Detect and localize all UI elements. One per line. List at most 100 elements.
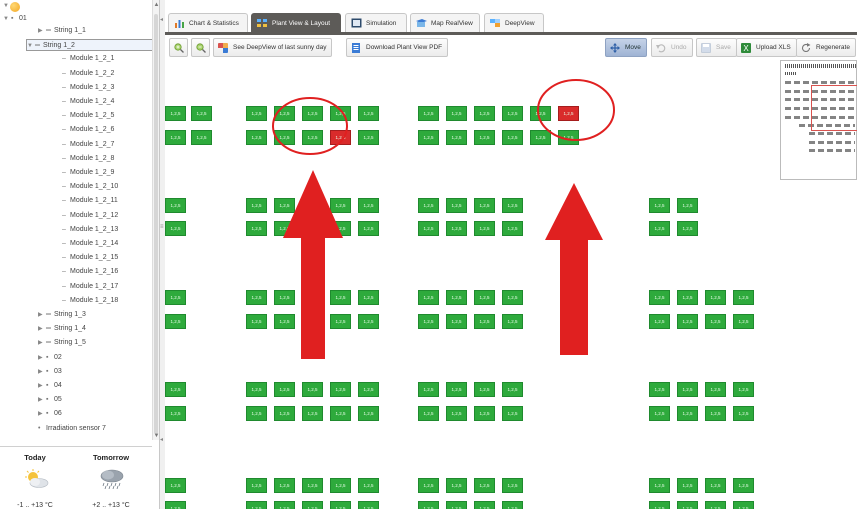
zoom-in-button[interactable]: [169, 38, 188, 57]
zoom-out-button[interactable]: [191, 38, 210, 57]
module-ok[interactable]: 1,2,5: [165, 130, 186, 145]
module-ok[interactable]: 1,2,5: [165, 382, 186, 397]
plant-layout-canvas[interactable]: 1,2,5 1,2,5 1,2,5 1,2,5 1,2,5 1,2,5 1,2,5 1,2,5…: [165, 60, 857, 509]
module-ok[interactable]: 1,2,5: [165, 501, 186, 509]
module-ok[interactable]: 1,2,5: [502, 478, 523, 493]
module-ok[interactable]: 1,2,5: [418, 198, 439, 213]
tree-node-module[interactable]: – Module 1_2_14: [62, 238, 118, 250]
regenerate-button[interactable]: Regenerate: [796, 38, 856, 57]
module-ok[interactable]: 1,2,5: [677, 501, 698, 509]
chevron-right-icon[interactable]: ▶: [38, 337, 46, 349]
minimap-viewport[interactable]: [811, 85, 857, 131]
module-ok[interactable]: 1,2,5: [502, 290, 523, 305]
module-ok[interactable]: 1,2,5: [246, 501, 267, 509]
upload-xls-button[interactable]: X Upload XLS: [736, 38, 797, 57]
tree-node-sensor[interactable]: • Irradiation sensor 7: [38, 423, 106, 435]
module-ok[interactable]: 1,2,5: [474, 478, 495, 493]
chevron-right-icon[interactable]: ▶: [38, 309, 46, 321]
module-ok[interactable]: 1,2,5: [358, 501, 379, 509]
module-fault[interactable]: 1,2,5: [330, 130, 351, 145]
module-ok[interactable]: 1,2,5: [246, 221, 267, 236]
tree-node-module[interactable]: – Module 1_2_16: [62, 266, 118, 278]
tree-node-module[interactable]: – Module 1_2_18: [62, 295, 118, 307]
module-ok[interactable]: 1,2,5: [733, 478, 754, 493]
module-ok[interactable]: 1,2,5: [446, 406, 467, 421]
module-ok[interactable]: 1,2,5: [302, 198, 323, 213]
module-ok[interactable]: 1,2,5: [733, 314, 754, 329]
module-ok[interactable]: 1,2,5: [330, 382, 351, 397]
tree-node-module[interactable]: – Module 1_2_3: [62, 82, 114, 94]
module-ok[interactable]: 1,2,5: [302, 478, 323, 493]
module-ok[interactable]: 1,2,5: [165, 478, 186, 493]
module-ok[interactable]: 1,2,5: [418, 130, 439, 145]
module-ok[interactable]: 1,2,5: [649, 501, 670, 509]
module-ok[interactable]: 1,2,5: [530, 106, 551, 121]
tab-map-realview[interactable]: Map RealView: [410, 13, 480, 32]
scroll-down-icon[interactable]: ▼: [153, 433, 160, 439]
module-ok[interactable]: 1,2,5: [705, 290, 726, 305]
tree-node-module[interactable]: – Module 1_2_17: [62, 281, 118, 293]
module-ok[interactable]: 1,2,5: [705, 501, 726, 509]
tree-node-01[interactable]: ▼ ▪ 01: [3, 13, 27, 25]
tree-node-module[interactable]: – Module 1_2_4: [62, 96, 114, 108]
module-ok[interactable]: 1,2,5: [474, 501, 495, 509]
module-ok[interactable]: 1,2,5: [358, 290, 379, 305]
module-ok[interactable]: 1,2,5: [649, 406, 670, 421]
module-ok[interactable]: 1,2,5: [474, 106, 495, 121]
module-ok[interactable]: 1,2,5: [358, 382, 379, 397]
module-ok[interactable]: 1,2,5: [246, 290, 267, 305]
tree-node-group[interactable]: ▶ ▪ 04: [38, 380, 62, 392]
module-ok[interactable]: 1,2,5: [165, 198, 186, 213]
undo-button[interactable]: Undo: [651, 38, 693, 57]
module-ok[interactable]: 1,2,5: [446, 106, 467, 121]
module-ok[interactable]: 1,2,5: [705, 382, 726, 397]
module-ok[interactable]: 1,2,5: [418, 221, 439, 236]
module-ok[interactable]: 1,2,5: [446, 478, 467, 493]
module-ok[interactable]: 1,2,5: [558, 130, 579, 145]
module-ok[interactable]: 1,2,5: [474, 314, 495, 329]
module-ok[interactable]: 1,2,5: [649, 382, 670, 397]
module-ok[interactable]: 1,2,5: [677, 314, 698, 329]
module-ok[interactable]: 1,2,5: [302, 501, 323, 509]
module-ok[interactable]: 1,2,5: [330, 501, 351, 509]
tree-node-module[interactable]: – Module 1_2_13: [62, 224, 118, 236]
tree-node-module[interactable]: – Module 1_2_15: [62, 252, 118, 264]
module-ok[interactable]: 1,2,5: [502, 130, 523, 145]
chevron-right-icon[interactable]: ▶: [38, 408, 46, 420]
module-ok[interactable]: 1,2,5: [274, 290, 295, 305]
tree-node-module[interactable]: – Module 1_2_5: [62, 110, 114, 122]
module-ok[interactable]: 1,2,5: [191, 130, 212, 145]
module-ok[interactable]: 1,2,5: [302, 130, 323, 145]
module-ok[interactable]: 1,2,5: [733, 290, 754, 305]
module-ok[interactable]: 1,2,5: [274, 198, 295, 213]
module-ok[interactable]: 1,2,5: [165, 290, 186, 305]
tree-node-module[interactable]: – Module 1_2_11: [62, 195, 118, 207]
module-ok[interactable]: 1,2,5: [446, 290, 467, 305]
module-ok[interactable]: 1,2,5: [358, 406, 379, 421]
tree-node-string[interactable]: ▶ ═ String 1_1: [38, 25, 86, 37]
module-ok[interactable]: 1,2,5: [733, 382, 754, 397]
module-ok[interactable]: 1,2,5: [677, 406, 698, 421]
module-ok[interactable]: 1,2,5: [677, 221, 698, 236]
splitter-handle-icon[interactable]: ≡: [160, 224, 164, 230]
module-ok[interactable]: 1,2,5: [274, 314, 295, 329]
module-ok[interactable]: 1,2,5: [358, 198, 379, 213]
chevron-right-icon[interactable]: ▶: [38, 380, 46, 392]
save-button[interactable]: Save: [696, 38, 737, 57]
chevron-right-icon[interactable]: ▶: [38, 323, 46, 335]
module-ok[interactable]: 1,2,5: [358, 130, 379, 145]
module-ok[interactable]: 1,2,5: [418, 106, 439, 121]
chevron-right-icon[interactable]: ▶: [38, 352, 46, 364]
module-ok[interactable]: 1,2,5: [474, 221, 495, 236]
tree-node-module[interactable]: – Module 1_2_10: [62, 181, 118, 193]
module-ok[interactable]: 1,2,5: [302, 314, 323, 329]
plant-root-icon[interactable]: [10, 2, 20, 12]
module-ok[interactable]: 1,2,5: [502, 501, 523, 509]
tree-node-string[interactable]: ▶ ═ String 1_5: [38, 337, 86, 349]
module-ok[interactable]: 1,2,5: [733, 406, 754, 421]
module-ok[interactable]: 1,2,5: [302, 290, 323, 305]
tree-expand-root[interactable]: ▼: [3, 3, 9, 9]
tree-node-group[interactable]: ▶ ▪ 06: [38, 408, 62, 420]
module-ok[interactable]: 1,2,5: [649, 290, 670, 305]
module-ok[interactable]: 1,2,5: [530, 130, 551, 145]
